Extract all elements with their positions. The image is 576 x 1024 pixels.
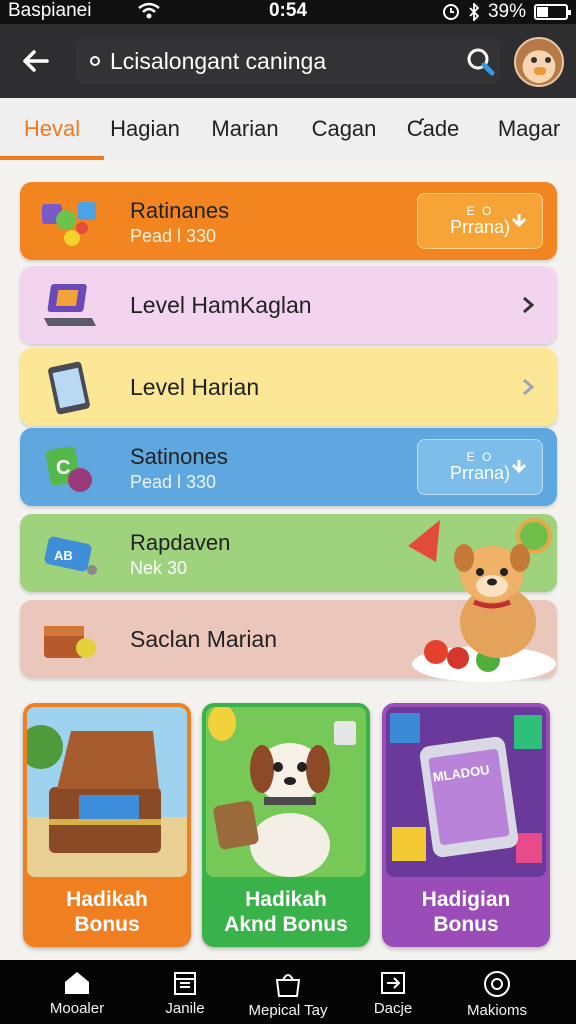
nav-label: Dacje [373,1000,413,1017]
card-title: Ratinanes [130,198,230,223]
download-arrow-icon [511,214,527,228]
nav-label: Makioms [466,1002,527,1019]
nav-item-mooaler[interactable]: Mooaler [22,960,132,1024]
play-button[interactable]: E O Prrana) [417,193,543,249]
tab-cade[interactable]: Ƈade [384,98,482,160]
treasure-chest-icon [44,626,96,658]
bonus-label-line1: Hadikah [245,888,327,911]
bonus-tile-dog[interactable]: Hadikah Aknd Bonus [202,703,370,947]
award-icon [484,971,510,997]
battery-percent: 39% [487,1,526,22]
back-arrow-icon [23,50,49,72]
button-top-text: E O [466,203,494,218]
laptop-icon [44,284,96,326]
level-card-harian[interactable]: Level Harian [20,348,557,426]
card-title: Saclan Marian [130,626,278,652]
tab-label: Hagian [110,116,180,141]
chevron-right-icon [523,296,535,314]
bottom-navigation: Mooaler Janile Mepical Tay Dacje Makioms [0,960,576,1024]
svg-text:C: C [56,457,70,479]
letter-block-icon: C [45,446,92,492]
nav-label: Mooaler [49,1000,105,1017]
status-bar: Baspianei 0:54 39% [0,0,576,24]
bluetooth-icon [469,3,480,21]
tab-label: Cagan [311,116,377,141]
bonus-label-line2: Bonus [74,913,140,936]
bonus-label-line2: Aknd Bonus [224,913,348,936]
level-card-ratinanes[interactable]: Ratinanes Pead l 330 E O Prrana) [20,182,557,260]
medicine-box-icon: AB [44,536,97,575]
tab-marian[interactable]: Marian [186,98,304,160]
home-icon [65,972,89,994]
bonus-label-line1: Hadigian [421,888,511,911]
nav-label: Janile [165,1000,205,1017]
tab-heval[interactable]: Heval [0,98,104,160]
chevron-right-icon [523,378,535,396]
tab-hagian[interactable]: Hagian [104,98,186,160]
share-icon [381,972,405,994]
tab-label: Magar [497,116,561,141]
alarm-icon [442,4,459,20]
phone-blocks-illustration: MLADOU [386,707,546,877]
download-arrow-icon [511,460,527,474]
category-tabs: Heval Hagian Marian Cagan Ƈade Magar [0,98,576,160]
puppy-illustration [206,707,366,877]
button-top-text: E O [466,449,494,464]
level-card-hamkaglan[interactable]: Level HamKaglan [20,266,557,344]
tab-label: Heval [23,116,81,141]
calendar-icon [174,972,196,995]
location-pin-icon [90,56,100,66]
card-title: Level HamKaglan [130,292,312,318]
treasure-chest-illustration [27,707,187,877]
nav-item-janile[interactable]: Janile [130,960,240,1024]
play-button[interactable]: E O Prrana) [417,439,543,495]
card-subtitle: Pead l 330 [130,472,217,492]
search-input[interactable] [110,47,370,75]
profile-avatar[interactable] [514,37,564,87]
svg-text:AB: AB [54,548,73,563]
battery-fill [537,7,548,17]
bonus-label-line1: Hadikah [66,888,148,911]
card-subtitle: Pead l 330 [130,226,217,246]
tab-cagan[interactable]: Cagan [304,98,384,160]
card-subtitle: Nek 30 [130,558,188,578]
card-title: Satinones [130,444,228,469]
nav-label: Mepical Tay [248,1002,328,1019]
battery-icon [534,4,571,20]
tab-magar[interactable]: Magar [482,98,576,160]
dog-mascot-illustration [408,518,556,682]
bag-icon [275,974,301,997]
nav-item-makioms[interactable]: Makioms [442,960,552,1024]
level-card-satinones[interactable]: C Satinones Pead l 330 E O Prrana) [20,428,557,506]
puzzle-blocks-icon [42,202,96,246]
bonus-label: Hadikah Aknd Bonus [202,877,370,947]
bonus-label-line2: Bonus [433,913,499,936]
tab-label: Ƈade [406,116,460,141]
tab-label: Marian [211,116,279,141]
button-label: Prrana) [449,216,511,237]
bonus-tile-treasure[interactable]: Hadikah Bonus [23,703,191,947]
card-title: Level Harian [130,374,260,400]
button-label: Prrana) [449,462,511,483]
nav-item-dacje[interactable]: Dacje [338,960,448,1024]
bonus-label: Hadikah Bonus [23,877,191,947]
search-icon[interactable] [462,44,502,80]
nav-item-mepical-tay[interactable]: Mepical Tay [228,960,348,1024]
back-button[interactable] [16,42,54,80]
search-bar[interactable] [76,38,500,84]
bonus-tile-phone[interactable]: MLADOU Hadigian Bonus [382,703,550,947]
card-title: Rapdaven [130,530,231,555]
bonus-label: Hadigian Bonus [382,877,550,947]
calculator-icon [48,361,90,415]
